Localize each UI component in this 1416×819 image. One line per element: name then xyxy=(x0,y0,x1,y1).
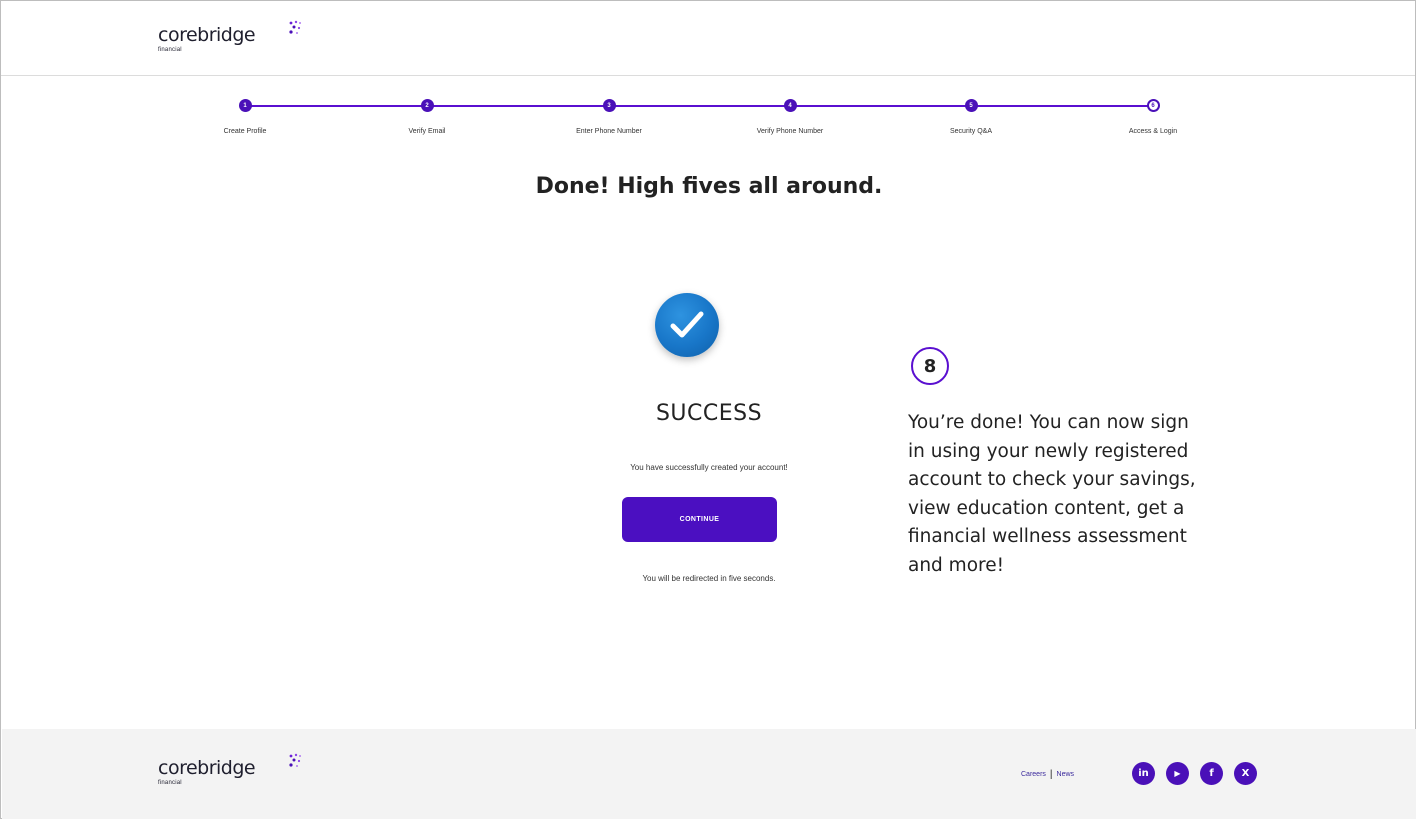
footer-link-separator: | xyxy=(1049,769,1053,780)
step-verify-phone-number: 4 Verify Phone Number xyxy=(730,99,850,135)
step-verify-email: 2 Verify Email xyxy=(367,99,487,135)
registration-stepper: 1 Create Profile 2 Verify Email 3 Enter … xyxy=(1,99,1415,149)
step-node: 4 xyxy=(783,99,797,112)
step-node: 2 xyxy=(420,99,434,112)
annotation-step-badge: 8 xyxy=(911,347,949,385)
brand-logo[interactable]: corebridge financial xyxy=(158,20,301,53)
brand-dots-icon xyxy=(289,753,301,767)
footer-links: Careers | News xyxy=(1021,769,1074,780)
step-node: 1 xyxy=(238,99,252,112)
step-label: Verify Email xyxy=(408,128,446,135)
step-access-login: 6 Access & Login xyxy=(1093,99,1213,135)
step-node: 3 xyxy=(602,99,616,112)
linkedin-icon[interactable]: in xyxy=(1132,762,1155,785)
step-label: Enter Phone Number xyxy=(576,128,642,135)
youtube-icon[interactable]: ▶ xyxy=(1166,762,1189,785)
brand-sub: financial xyxy=(158,780,182,786)
success-check-icon xyxy=(655,293,719,357)
page-frame: corebridge financial 1 Create Profile 2 … xyxy=(0,0,1416,819)
brand-name: corebridge xyxy=(158,24,256,46)
social-links: in ▶ f X xyxy=(1132,762,1257,785)
footer-brand-logo[interactable]: corebridge financial xyxy=(158,753,301,786)
header: corebridge financial xyxy=(1,1,1415,76)
footer-link-careers[interactable]: Careers xyxy=(1021,771,1046,778)
step-label: Verify Phone Number xyxy=(756,128,824,135)
step-node-current: 6 xyxy=(1146,99,1160,112)
step-label: Access & Login xyxy=(1128,128,1178,135)
step-security-qa: 5 Security Q&A xyxy=(911,99,1031,135)
step-node: 5 xyxy=(964,99,978,112)
step-enter-phone-number: 3 Enter Phone Number xyxy=(549,99,669,135)
step-create-profile: 1 Create Profile xyxy=(185,99,305,135)
brand-sub: financial xyxy=(158,47,182,53)
page-headline: Done! High fives all around. xyxy=(535,174,883,199)
brand-name: corebridge xyxy=(158,757,256,779)
step-label: Create Profile xyxy=(223,128,267,135)
step-label: Security Q&A xyxy=(949,128,992,135)
annotation-text: You’re done! You can now sign in using y… xyxy=(908,412,1196,576)
continue-button[interactable]: CONTINUE xyxy=(622,497,777,542)
brand-dots-icon xyxy=(289,20,301,34)
x-icon[interactable]: X xyxy=(1234,762,1257,785)
footer: corebridge financial Careers | News in ▶… xyxy=(2,729,1416,819)
footer-link-news[interactable]: News xyxy=(1057,771,1075,778)
facebook-icon[interactable]: f xyxy=(1200,762,1223,785)
